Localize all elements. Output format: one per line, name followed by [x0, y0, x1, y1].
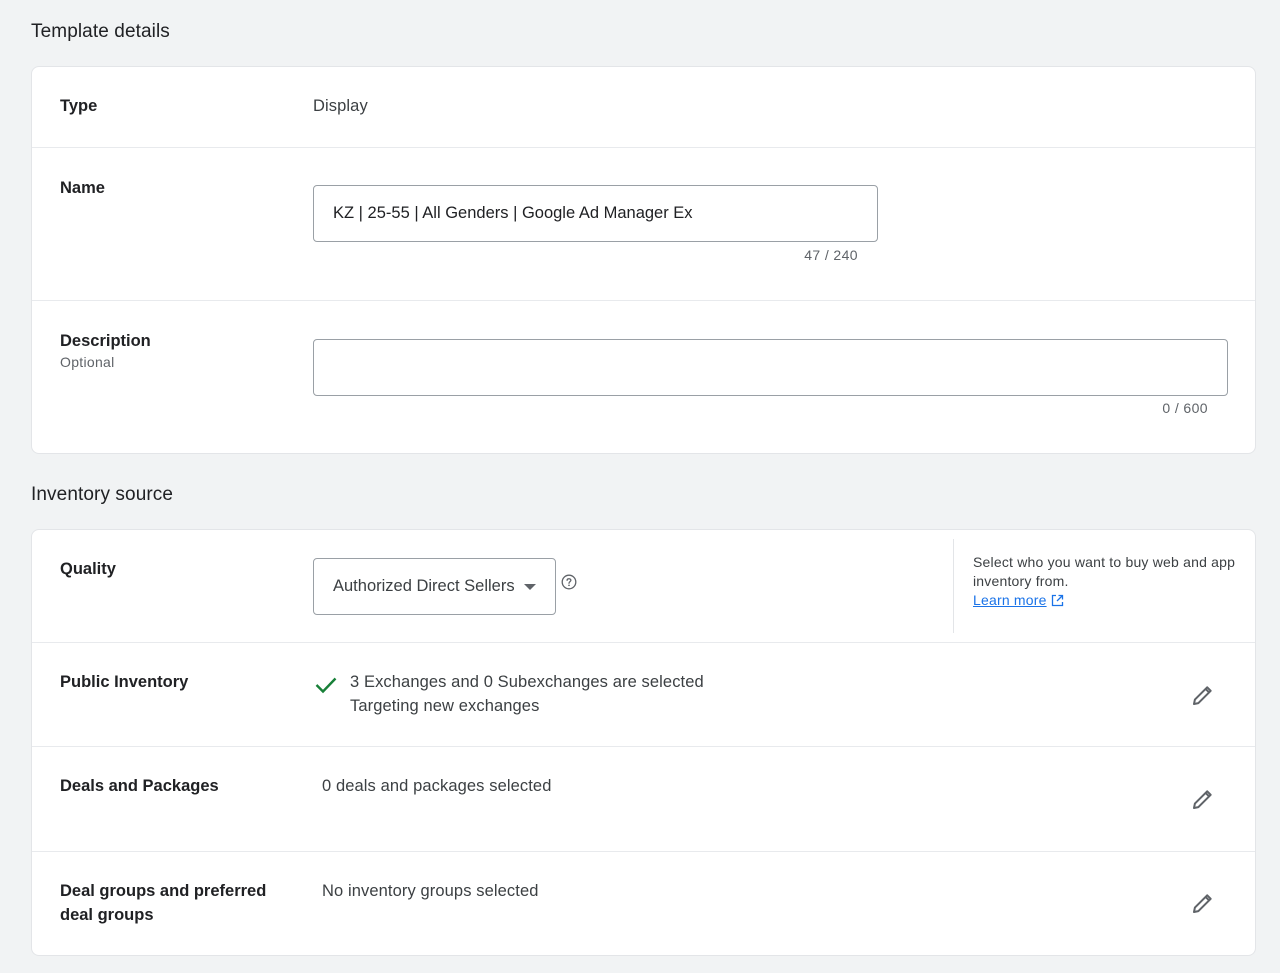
quality-help-text: Select who you want to buy web and app i… [973, 554, 1236, 589]
public-inventory-row: Public Inventory 3 Exchanges and 0 Subex… [32, 643, 1255, 747]
deals-packages-value: 0 deals and packages selected [322, 777, 552, 795]
pencil-icon [1193, 686, 1212, 705]
template-details-title: Template details [31, 21, 170, 42]
public-inventory-targeting: Targeting new exchanges [350, 697, 540, 715]
type-row: Type Display [32, 67, 1255, 148]
deal-groups-row: Deal groups and preferred deal groups No… [32, 852, 1255, 955]
edit-deal-groups-button[interactable] [1185, 885, 1221, 921]
help-icon[interactable] [561, 574, 577, 590]
template-details-card: Type Display Name KZ | 25-55 | All Gende… [31, 66, 1256, 454]
deal-groups-value: No inventory groups selected [322, 882, 539, 900]
quality-dropdown[interactable]: Authorized Direct Sellers [313, 558, 556, 615]
inventory-source-title: Inventory source [31, 484, 174, 505]
check-icon [315, 677, 337, 694]
edit-public-inventory-button[interactable] [1185, 677, 1221, 713]
quality-selected-value: Authorized Direct Sellers [333, 577, 515, 595]
description-counter: 0 / 600 [1162, 400, 1208, 416]
description-row: Description Optional 0 / 600 [32, 301, 1255, 453]
name-row: Name KZ | 25-55 | All Genders | Google A… [32, 148, 1255, 301]
deals-packages-label: Deals and Packages [60, 777, 219, 795]
type-value: Display [313, 97, 368, 115]
deal-groups-label: Deal groups and preferred deal groups [60, 882, 267, 924]
quality-label: Quality [60, 560, 116, 578]
public-inventory-label: Public Inventory [60, 673, 189, 691]
name-label: Name [60, 179, 105, 197]
public-inventory-summary: 3 Exchanges and 0 Subexchanges are selec… [350, 673, 704, 691]
name-input[interactable]: KZ | 25-55 | All Genders | Google Ad Man… [313, 185, 878, 242]
description-optional: Optional [60, 354, 115, 370]
name-counter: 47 / 240 [804, 247, 858, 263]
pencil-icon [1193, 790, 1212, 809]
quality-row: Quality Authorized Direct Sellers Select… [32, 530, 1255, 643]
learn-more-link[interactable]: Learn more [973, 592, 1047, 608]
external-link-icon [1051, 594, 1063, 607]
pencil-icon [1193, 894, 1212, 913]
quality-help-panel: Select who you want to buy web and app i… [953, 539, 1243, 633]
name-input-value: KZ | 25-55 | All Genders | Google Ad Man… [333, 204, 693, 222]
inventory-source-card: Quality Authorized Direct Sellers Select… [31, 529, 1256, 956]
description-input[interactable] [313, 339, 1228, 396]
type-label: Type [60, 97, 98, 115]
deals-packages-row: Deals and Packages 0 deals and packages … [32, 747, 1255, 852]
chevron-down-icon [523, 583, 536, 590]
description-label: Description [60, 332, 151, 350]
edit-deals-packages-button[interactable] [1185, 781, 1221, 817]
